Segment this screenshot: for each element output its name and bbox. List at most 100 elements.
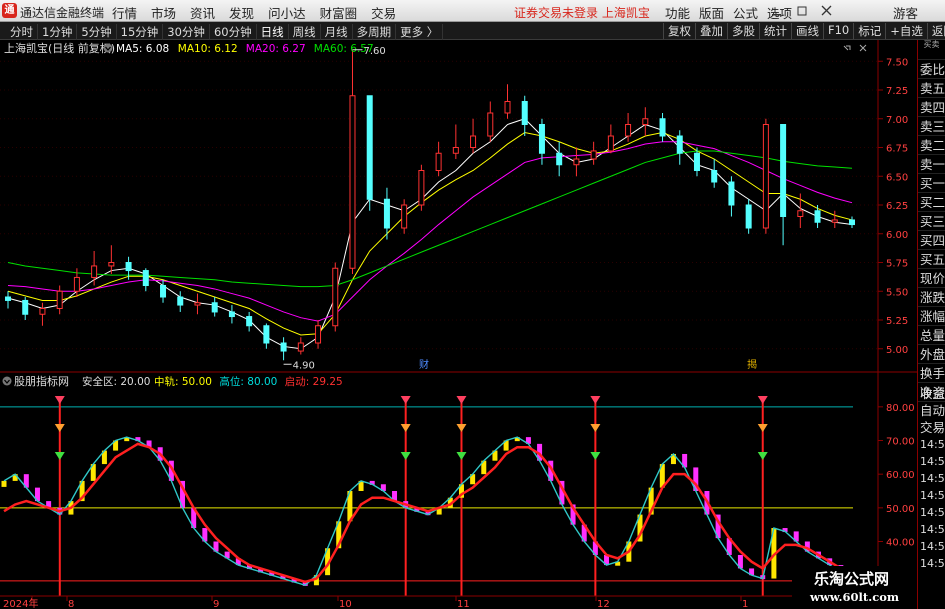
candle-body: [504, 101, 511, 114]
login-status[interactable]: 证券交易未登录 上海凯宝: [514, 4, 650, 21]
date-label: 1: [742, 599, 748, 609]
duogu-button[interactable]: 多股: [727, 23, 759, 39]
finance-event-marker[interactable]: 财: [419, 358, 429, 371]
stock-title: 上海凯宝(日线 前复权): [4, 41, 115, 55]
period-tab-1[interactable]: 1分钟: [38, 24, 78, 40]
back-button[interactable]: 返回: [926, 23, 945, 39]
minimize-icon[interactable]: [772, 14, 781, 16]
price-tick-label: 5.25: [886, 316, 908, 327]
period-tab-6[interactable]: 日线: [257, 24, 289, 40]
menu-item-zixun[interactable]: 资讯: [190, 3, 215, 22]
candle-body: [521, 101, 528, 125]
sidebar-item-change-pct: 涨幅: [918, 309, 945, 326]
date-label: 2024年: [3, 597, 38, 609]
ma-toggle-icon[interactable]: [103, 43, 113, 53]
indicator-legend: 安全区: 20.00 中轨: 50.00 高位: 80.00 启动: 29.25: [82, 375, 343, 388]
menu-item-gongshi[interactable]: 公式: [733, 3, 758, 22]
add-watchlist-button[interactable]: +自选: [885, 23, 927, 39]
price-tick-label: 5.00: [886, 345, 908, 356]
sidebar-header: 买卖: [918, 40, 945, 60]
indicator-y-axis: 80.0070.0060.0050.0040.0030.00: [878, 403, 915, 582]
menu-item-jiaoyi[interactable]: 交易: [371, 3, 396, 22]
date-label: 11: [457, 599, 470, 609]
ma-legend-item: MA20: 6.27: [246, 43, 306, 55]
period-toolbar: 分时 1分钟 5分钟 15分钟 30分钟 60分钟 日线 周线 月线 多周期 更多 〉 复权 叠加 …: [0, 22, 945, 40]
sidebar-item-buy3: 买三: [918, 214, 945, 231]
price-tick-label: 5.75: [886, 259, 908, 270]
sidebar-item-outer: 外盘: [918, 347, 945, 364]
period-tab-7[interactable]: 周线: [289, 24, 321, 40]
tick-time: 14:56: [920, 438, 945, 451]
sidebar-item-turnover: 换手: [918, 366, 945, 383]
red-diamond-icon: [590, 396, 601, 404]
period-tab-5[interactable]: 60分钟: [210, 24, 257, 40]
candle-body: [332, 267, 339, 327]
candle-body: [435, 152, 442, 171]
menu-item-wenxiaoda[interactable]: 问小达: [268, 3, 306, 22]
sidebar-item-earnings: 收益: [920, 386, 945, 401]
green-diamond-icon: [757, 452, 768, 460]
indicator-param: 安全区: 20.00: [82, 375, 150, 388]
candle-body: [263, 325, 270, 344]
date-label: 8: [68, 599, 74, 609]
biaoji-button[interactable]: 标记: [853, 23, 885, 39]
period-tabs: 分时 1分钟 5分钟 15分钟 30分钟 60分钟 日线 周线 月线 多周期 更多 〉: [6, 24, 444, 40]
sidebar-item-volume: 总量: [918, 328, 945, 345]
candle-body: [728, 181, 735, 206]
period-tab-4[interactable]: 30分钟: [163, 24, 210, 40]
candle-body: [590, 150, 597, 160]
green-diamond-icon: [590, 452, 601, 460]
guest-login[interactable]: 游客: [893, 3, 918, 22]
candle-body: [401, 204, 408, 229]
period-tab-8[interactable]: 月线: [321, 24, 353, 40]
ma-legend-item: MA5: 6.08: [116, 43, 169, 55]
candle-body: [315, 325, 322, 344]
restore-icon[interactable]: [797, 6, 807, 16]
indicator-tick-label: 70.00: [886, 437, 915, 448]
indicator-toggle-icon[interactable]: [2, 376, 12, 386]
period-tab-9[interactable]: 多周期: [353, 24, 397, 40]
report-event-marker[interactable]: 揭: [747, 358, 757, 371]
menu-item-faxian[interactable]: 发现: [229, 3, 254, 22]
chart-area[interactable]: 7.50 7.25 7.00 6.75 6.50 6.25 6.00 5.75 5.50 5.25…: [0, 40, 917, 609]
period-tab-3[interactable]: 15分钟: [117, 24, 164, 40]
menu-item-shichang[interactable]: 市场: [151, 3, 176, 22]
f10-button[interactable]: F10: [823, 23, 853, 39]
watermark-title: 乐淘公式网: [814, 570, 890, 588]
menu-item-gongneng[interactable]: 功能: [665, 3, 690, 22]
indicator-tick-label: 60.00: [886, 470, 915, 481]
fuquan-button[interactable]: 复权: [663, 23, 695, 39]
candle: [366, 95, 373, 211]
price-tick-label: 6.50: [886, 172, 908, 183]
candle-body: [194, 302, 201, 306]
menu-item-hangqing[interactable]: 行情: [112, 3, 137, 22]
sidebar-item-sell1: 卖一: [918, 157, 945, 174]
sidebar-item-weibi: 委比: [918, 62, 945, 79]
indicator-tick-label: 80.00: [886, 403, 915, 414]
tick-time: 14:56: [920, 489, 945, 502]
huaxian-button[interactable]: 画线: [791, 23, 823, 39]
period-tab-0[interactable]: 分时: [6, 24, 38, 40]
candle-body: [470, 135, 477, 148]
price-tick-label: 7.00: [886, 115, 908, 126]
menu-item-banmian[interactable]: 版面: [699, 3, 724, 22]
candle-body: [91, 265, 98, 278]
candle-body: [797, 210, 804, 217]
candle-body: [297, 342, 304, 352]
trade-button[interactable]: 交易: [918, 419, 945, 436]
menu-item-caifuquan[interactable]: 财富圈: [320, 3, 358, 22]
candle-body: [780, 124, 787, 217]
date-label: 12: [597, 599, 610, 609]
auto-trade-button[interactable]: 自动: [918, 402, 945, 419]
diejia-button[interactable]: 叠加: [695, 23, 727, 39]
orange-diamond-icon: [456, 424, 467, 432]
candle-body: [642, 118, 649, 125]
period-tab-2[interactable]: 5分钟: [77, 24, 117, 40]
tongji-button[interactable]: 统计: [759, 23, 791, 39]
red-diamond-icon: [400, 396, 411, 404]
candle-body: [538, 124, 545, 154]
period-tab-10[interactable]: 更多 〉: [396, 24, 444, 40]
close-icon[interactable]: [821, 5, 832, 16]
green-diamond-icon: [400, 452, 411, 460]
sidebar-item-buy5: 买五: [918, 252, 945, 269]
